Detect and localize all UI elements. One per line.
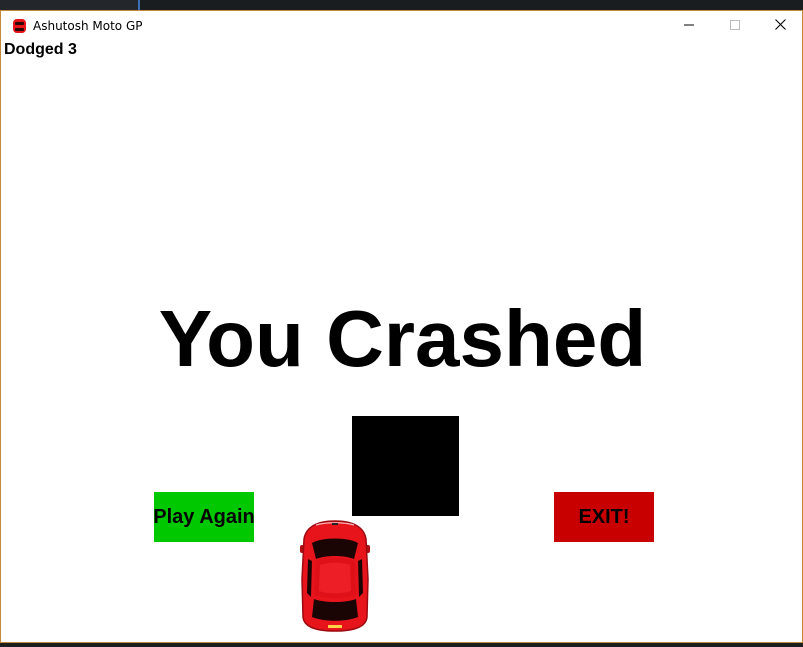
game-canvas[interactable]: Dodged 3 You Crashed Play Again EXIT! [1,41,802,642]
red-car-icon [12,18,27,34]
taskbar-segment [0,0,138,10]
window-title: Ashutosh Moto GP [33,19,143,33]
score-counter: Dodged 3 [4,41,77,58]
maximize-icon [730,17,740,35]
game-window: Ashutosh Moto GP Dodged 3 You Crashed Pl… [0,10,803,643]
minimize-icon [684,17,694,35]
desktop-background [0,0,803,10]
play-again-button[interactable]: Play Again [153,492,255,542]
crash-message: You Crashed [158,294,647,383]
title-bar[interactable]: Ashutosh Moto GP [1,11,802,41]
obstacle-block [352,416,459,516]
maximize-button[interactable] [712,11,758,41]
exit-button[interactable]: EXIT! [554,492,654,542]
close-button[interactable] [757,11,802,41]
taskbar-segment [140,0,803,10]
close-icon [774,17,786,35]
minimize-button[interactable] [666,11,712,41]
player-car [298,519,372,633]
